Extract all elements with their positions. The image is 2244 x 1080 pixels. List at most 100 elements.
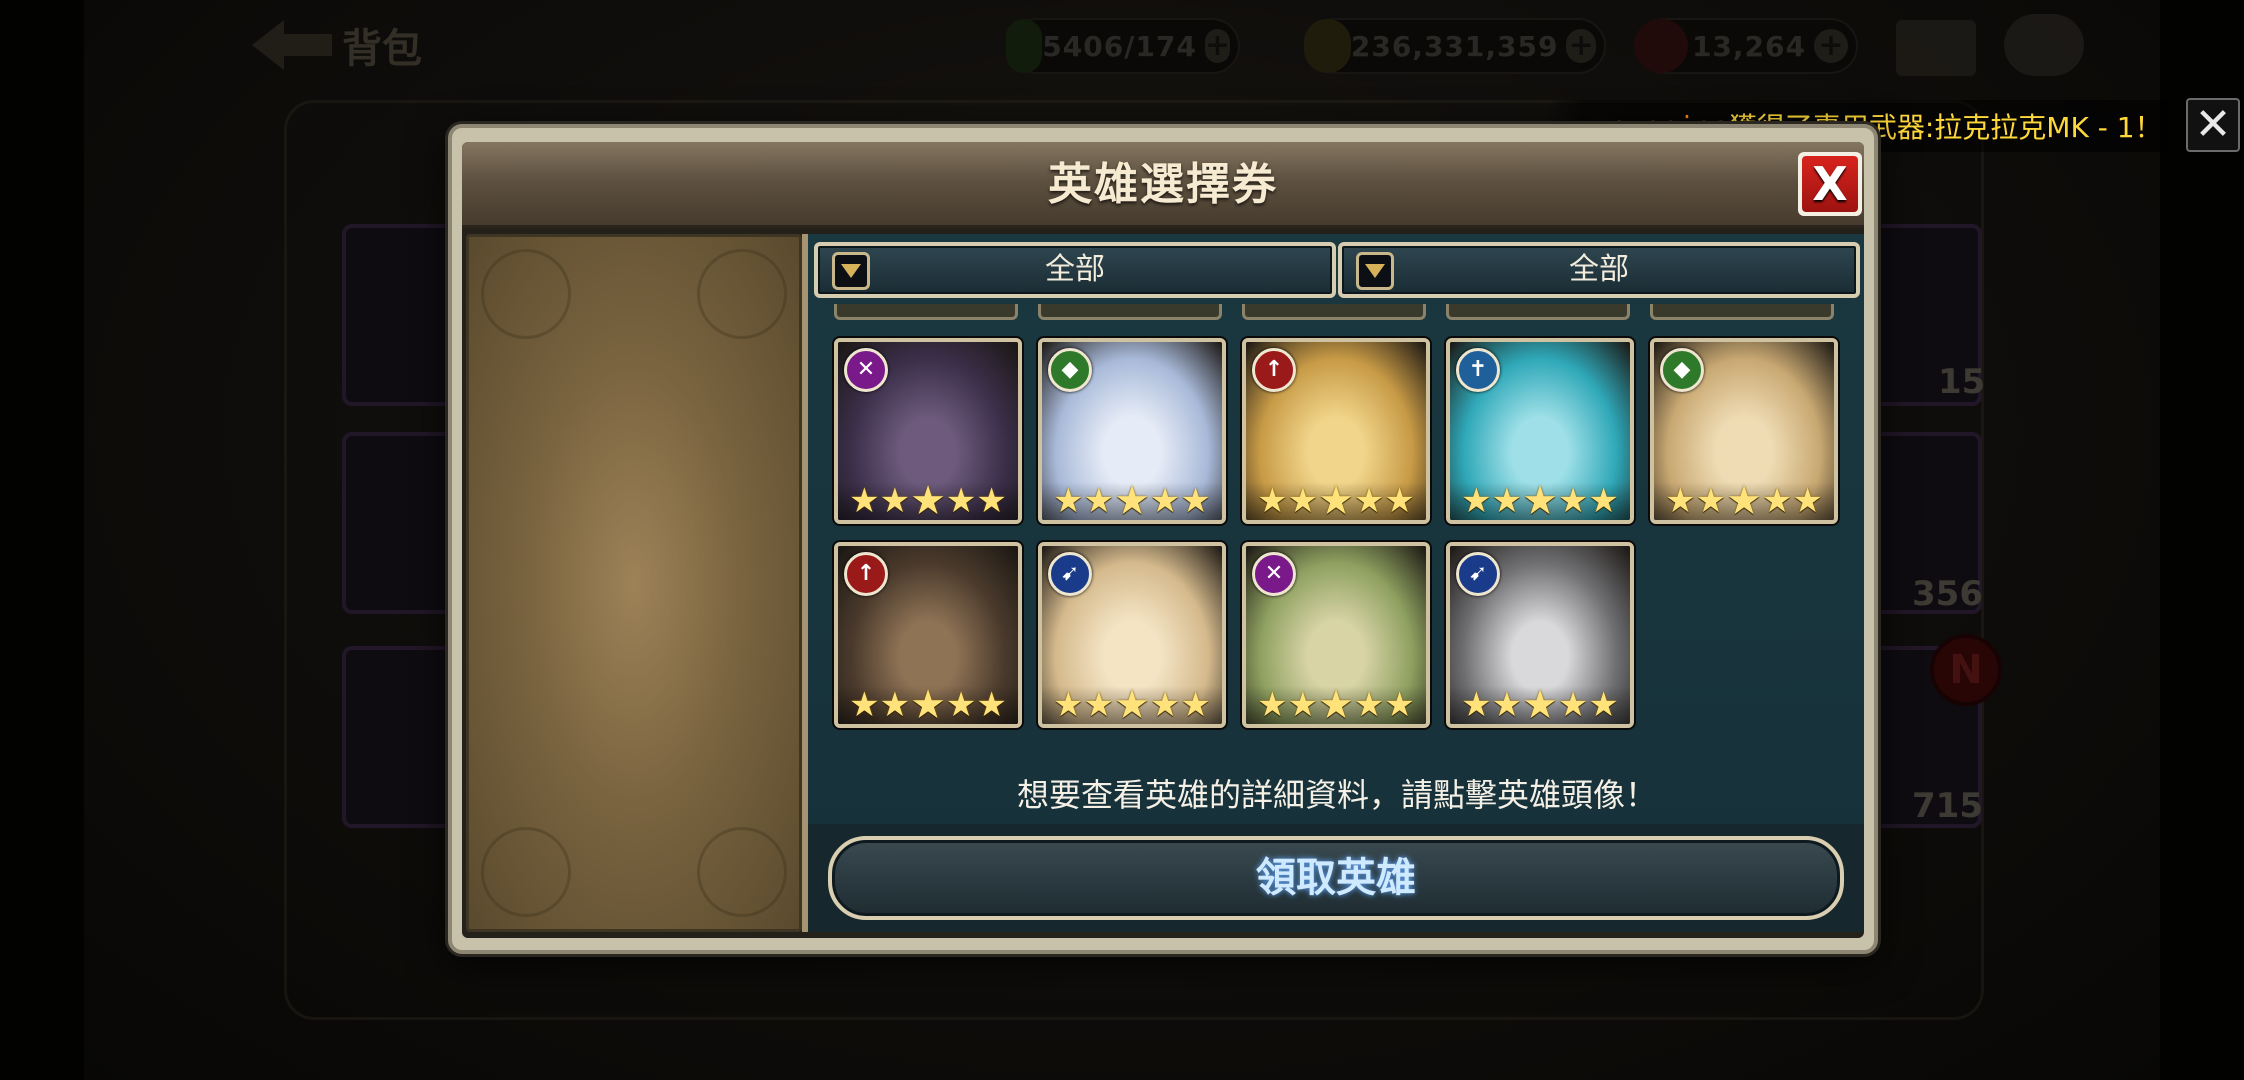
crossed-swords-icon: ✕ xyxy=(1252,552,1296,596)
hero-portrait-card[interactable]: ↑ ★ ★ ★ ★ ★ xyxy=(834,542,1022,728)
star-icon: ★ xyxy=(879,685,911,725)
corner-ornament xyxy=(481,827,571,917)
star-icon: ★ xyxy=(1083,685,1115,725)
filter-label: 全部 xyxy=(1045,252,1105,287)
scrolled-hero-row xyxy=(834,304,1834,322)
hero-portrait-card[interactable]: ↑ ★ ★ ★ ★ ★ xyxy=(1242,338,1430,524)
hero-preview-panel xyxy=(466,234,802,932)
star-icon: ★ xyxy=(879,481,911,521)
star-icon: ★ xyxy=(1761,481,1793,521)
hero-portrait-card[interactable]: ➹ ★ ★ ★ ★ ★ xyxy=(1038,542,1226,728)
star-icon: ★ xyxy=(1180,481,1211,521)
star-icon: ★ xyxy=(1461,481,1492,521)
corner-ornament xyxy=(481,249,571,339)
dialog-header: 英雄選擇券 X xyxy=(462,142,1864,228)
star-icon: ★ xyxy=(1665,481,1696,521)
filter-label: 全部 xyxy=(1569,252,1629,287)
gun-icon: ➹ xyxy=(1456,552,1500,596)
star-icon: ★ xyxy=(1083,481,1115,521)
star-icon: ★ xyxy=(1522,682,1558,728)
hero-card-partial[interactable] xyxy=(1446,304,1630,320)
game-screen: 背包 5406/174 + 236,331,359 + 13,264 + 15 … xyxy=(0,0,2244,1080)
star-icon: ★ xyxy=(1149,481,1181,521)
star-icon: ★ xyxy=(1287,481,1319,521)
star-rating: ★ ★ ★ ★ ★ xyxy=(1042,682,1222,728)
hero-list-panel: 全部 全部 ✕ ★ ★ ★ ★ ★ ◆ ★ ★ ★ ★ ★ ↑ ★ ★ ★ ★ ★ ✝ ★ ★ ★ ★ ★ ◆ ★ ★ ★ ★ ★ ↑ ★ ★ ★… xyxy=(808,234,1864,932)
hammer-icon: ↑ xyxy=(1252,348,1296,392)
hero-card-partial[interactable] xyxy=(1242,304,1426,320)
corner-ornament xyxy=(697,249,787,339)
star-icon: ★ xyxy=(1149,685,1181,725)
hero-portrait-card[interactable]: ✕ ★ ★ ★ ★ ★ xyxy=(834,338,1022,524)
star-rating: ★ ★ ★ ★ ★ xyxy=(1246,478,1426,524)
star-icon: ★ xyxy=(1695,481,1727,521)
star-icon: ★ xyxy=(1557,481,1589,521)
star-icon: ★ xyxy=(976,685,1007,725)
star-icon: ★ xyxy=(1053,685,1084,725)
star-icon: ★ xyxy=(945,481,977,521)
star-icon: ★ xyxy=(1557,685,1589,725)
hero-portrait-card[interactable]: ➹ ★ ★ ★ ★ ★ xyxy=(1446,542,1634,728)
hint-text: 想要查看英雄的詳細資料，請點擊英雄頭像！ xyxy=(1016,776,1657,814)
dialog-close-button[interactable]: X xyxy=(1798,152,1862,216)
star-icon: ★ xyxy=(976,481,1007,521)
star-rating: ★ ★ ★ ★ ★ xyxy=(1450,478,1630,524)
notification-close-button[interactable]: ✕ xyxy=(2186,98,2240,152)
cross-icon: ✝ xyxy=(1456,348,1500,392)
dialog-title: 英雄選擇券 xyxy=(1048,159,1278,210)
star-icon: ★ xyxy=(1353,481,1385,521)
shield-icon: ◆ xyxy=(1660,348,1704,392)
star-icon: ★ xyxy=(1384,481,1415,521)
claim-area: 領取英雄 xyxy=(808,824,1864,932)
claim-hero-label: 領取英雄 xyxy=(1256,855,1416,901)
star-rating: ★ ★ ★ ★ ★ xyxy=(1246,682,1426,728)
claim-hero-button[interactable]: 領取英雄 xyxy=(828,836,1844,920)
hero-card-partial[interactable] xyxy=(1038,304,1222,320)
gun-icon: ➹ xyxy=(1048,552,1092,596)
star-icon: ★ xyxy=(1287,685,1319,725)
star-icon: ★ xyxy=(910,478,946,524)
dialog-body: 英雄選擇券 X 全部 全部 ✕ ★ ★ ★ ★ ★ ◆ ★ ★ ★ ★ ★ ↑ … xyxy=(462,142,1864,938)
star-icon: ★ xyxy=(1180,685,1211,725)
star-icon: ★ xyxy=(1491,481,1523,521)
hammer-icon: ↑ xyxy=(844,552,888,596)
star-icon: ★ xyxy=(1114,682,1150,728)
star-icon: ★ xyxy=(1461,685,1492,725)
star-icon: ★ xyxy=(1491,685,1523,725)
star-rating: ★ ★ ★ ★ ★ xyxy=(1654,478,1834,524)
hero-portrait-card[interactable]: ✕ ★ ★ ★ ★ ★ xyxy=(1242,542,1430,728)
star-icon: ★ xyxy=(1588,685,1619,725)
close-icon: X xyxy=(1802,156,1858,212)
star-icon: ★ xyxy=(1257,481,1288,521)
star-icon: ★ xyxy=(945,685,977,725)
hero-portrait-card[interactable]: ✝ ★ ★ ★ ★ ★ xyxy=(1446,338,1634,524)
star-icon: ★ xyxy=(1318,478,1354,524)
star-icon: ★ xyxy=(1522,478,1558,524)
hero-selection-dialog: 英雄選擇券 X 全部 全部 ✕ ★ ★ ★ ★ ★ ◆ ★ ★ ★ ★ ★ ↑ … xyxy=(448,124,1878,954)
hero-card-partial[interactable] xyxy=(834,304,1018,320)
star-icon: ★ xyxy=(1318,682,1354,728)
star-rating: ★ ★ ★ ★ ★ xyxy=(838,682,1018,728)
hero-portrait-card[interactable]: ◆ ★ ★ ★ ★ ★ xyxy=(1038,338,1226,524)
star-icon: ★ xyxy=(1257,685,1288,725)
star-icon: ★ xyxy=(1588,481,1619,521)
hero-portrait-card[interactable]: ◆ ★ ★ ★ ★ ★ xyxy=(1650,338,1838,524)
star-icon: ★ xyxy=(910,682,946,728)
star-icon: ★ xyxy=(1353,685,1385,725)
star-rating: ★ ★ ★ ★ ★ xyxy=(1042,478,1222,524)
corner-ornament xyxy=(697,827,787,917)
star-rating: ★ ★ ★ ★ ★ xyxy=(1450,682,1630,728)
crossed-swords-icon: ✕ xyxy=(844,348,888,392)
star-icon: ★ xyxy=(849,481,880,521)
filter-dropdown-1[interactable]: 全部 xyxy=(814,242,1336,298)
star-icon: ★ xyxy=(849,685,880,725)
star-icon: ★ xyxy=(1114,478,1150,524)
shield-icon: ◆ xyxy=(1048,348,1092,392)
star-icon: ★ xyxy=(1792,481,1823,521)
filter-dropdown-2[interactable]: 全部 xyxy=(1338,242,1860,298)
star-icon: ★ xyxy=(1726,478,1762,524)
hero-card-partial[interactable] xyxy=(1650,304,1834,320)
star-icon: ★ xyxy=(1053,481,1084,521)
star-icon: ★ xyxy=(1384,685,1415,725)
star-rating: ★ ★ ★ ★ ★ xyxy=(838,478,1018,524)
